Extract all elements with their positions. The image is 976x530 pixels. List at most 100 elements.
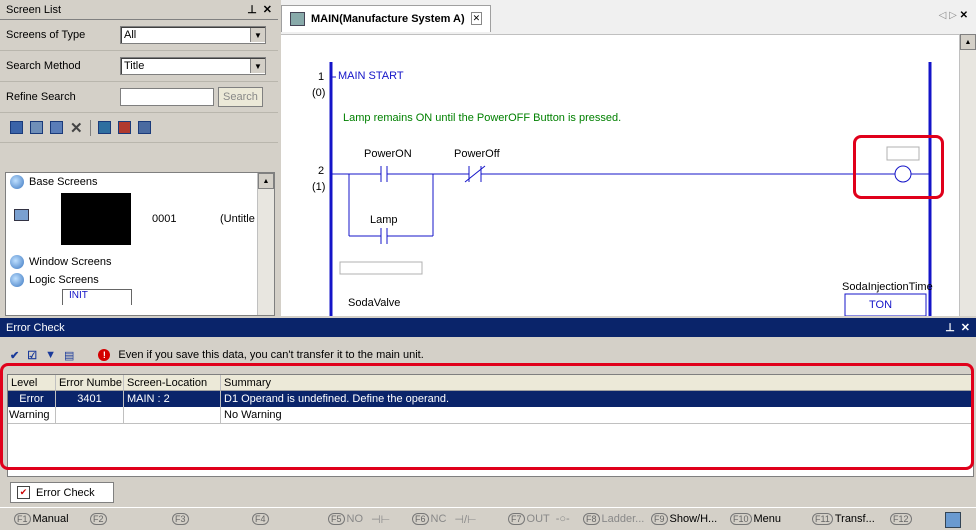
search-method-value: Title (124, 60, 145, 72)
f9-show-hide-button[interactable]: F9 Show/H... (651, 513, 717, 525)
error-list-icon[interactable]: ▤ (64, 349, 74, 362)
f10-label: Menu (753, 513, 782, 525)
f10-menu-button[interactable]: F10 Menu (730, 513, 781, 525)
screens-of-type-row: Screens of Type All ▼ (0, 20, 278, 51)
globe-icon (10, 255, 24, 269)
tab-scroll-icons[interactable]: ◁ ▷ ✕ (939, 10, 968, 21)
screen-thumbnail[interactable] (61, 193, 131, 245)
tab-error-check[interactable]: ✔ Error Check (10, 482, 114, 503)
chevron-down-icon[interactable]: ▼ (250, 28, 265, 42)
f10-key-icon: F10 (730, 513, 752, 525)
tree-item-logic-screens[interactable]: Logic Screens (6, 271, 274, 289)
status-icon[interactable] (945, 512, 961, 528)
f8-ladder-button[interactable]: F8 Ladder... (583, 513, 644, 525)
error-check-header: Error Check ⊥ ✕ (0, 318, 976, 337)
f8-key-icon: F8 (583, 513, 600, 525)
refine-search-label: Refine Search (6, 91, 76, 103)
editor-tabbar: MAIN(Manufacture System A) ✕ ◁ ▷ ✕ (281, 0, 976, 35)
check-all-icon[interactable]: ✔ (10, 349, 19, 362)
scroll-up-icon[interactable]: ▲ (960, 34, 976, 50)
f5-no-button[interactable]: F5 NO ⊣⊢ (328, 513, 390, 526)
monitor-icon (14, 209, 29, 221)
paste-screen-icon[interactable] (50, 121, 63, 134)
rung1-label: MAIN START (338, 70, 404, 82)
error-table-highlight-box (0, 363, 974, 470)
search-method-select[interactable]: Title ▼ (120, 57, 266, 75)
new-screen-icon[interactable] (10, 121, 23, 134)
globe-icon (10, 175, 24, 189)
contact-poweron-label[interactable]: PowerON (364, 148, 412, 160)
pin-icon[interactable]: ⊥ (945, 321, 955, 334)
refine-search-input[interactable] (120, 88, 214, 106)
contact-poweroff-label[interactable]: PowerOff (454, 148, 500, 160)
screen-color-icon[interactable] (117, 121, 131, 134)
screen-thumbnail-row[interactable]: 0001 (Untitle (6, 191, 274, 253)
check-filter-icon[interactable]: ▼ (45, 349, 56, 361)
transfer-warning-text: Even if you save this data, you can't tr… (118, 349, 424, 361)
tree-scrollbar[interactable]: ▲ (257, 173, 274, 315)
timer-name-label[interactable]: SodaInjectionTime (842, 281, 933, 293)
logic-screens-label: Logic Screens (29, 274, 99, 286)
screen-number: 0001 (152, 213, 177, 225)
soda-valve-label[interactable]: SodaValve (348, 297, 400, 309)
warning-circle-icon: ! (98, 349, 111, 361)
f3-button[interactable]: F3 (172, 513, 189, 525)
scroll-up-icon[interactable]: ▲ (258, 173, 274, 189)
f7-out-button[interactable]: F7 OUT -○- (508, 513, 570, 525)
globe-icon (10, 273, 24, 287)
timer-type-label[interactable]: TON (869, 299, 892, 311)
chevron-down-icon[interactable]: ▼ (250, 59, 265, 73)
f5-label: NO (346, 513, 364, 525)
screens-of-type-select[interactable]: All ▼ (120, 26, 266, 44)
screens-of-type-value: All (124, 29, 137, 41)
tree-item-base-screens[interactable]: Base Screens (6, 173, 274, 191)
f1-label: Manual (32, 513, 69, 525)
f1-key-icon: F1 (14, 513, 31, 525)
nc-contact-icon: ⊣/⊢ (454, 513, 477, 526)
delete-icon[interactable]: ✕ (70, 119, 83, 137)
f9-label: Show/H... (669, 513, 718, 525)
check-screen-icon[interactable]: ☑ (27, 349, 37, 362)
f2-button[interactable]: F2 (90, 513, 107, 525)
editor-scrollbar[interactable]: ▲ (959, 34, 976, 316)
f6-key-icon: F6 (412, 513, 429, 525)
f11-transfer-button[interactable]: F11 Transf... (812, 513, 875, 525)
tree-item-window-screens[interactable]: Window Screens (6, 253, 274, 271)
f4-button[interactable]: F4 (252, 513, 269, 525)
toolbar-separator (89, 119, 91, 136)
f9-key-icon: F9 (651, 513, 668, 525)
screen-list-title: Screen List (6, 3, 62, 16)
f12-button[interactable]: F12 (890, 513, 912, 525)
function-key-bar: F1 Manual F2 F3 F4 F5 NO ⊣⊢ F6 NC ⊣/⊢ F7 OUT -○… (0, 507, 976, 530)
f1-manual-button[interactable]: F1 Manual (14, 513, 69, 525)
screen-list-toolbar: ✕ (0, 113, 278, 143)
screen-view-icon[interactable] (137, 121, 151, 134)
error-check-title: Error Check (6, 321, 65, 334)
tab-close-icon[interactable]: ✕ (470, 12, 483, 25)
search-button[interactable]: Search (218, 87, 263, 107)
close-icon[interactable]: ✕ (263, 3, 272, 16)
search-method-row: Search Method Title ▼ (0, 51, 278, 82)
copy-screen-icon[interactable] (30, 121, 43, 134)
coil-icon: -○- (555, 513, 570, 525)
f7-key-icon: F7 (508, 513, 525, 525)
logic-thumbnail[interactable]: INIT (62, 289, 132, 305)
logic-thumbnail-label: INIT (69, 290, 88, 301)
tab-main[interactable]: MAIN(Manufacture System A) ✕ (281, 4, 492, 32)
ladder-screen-icon (290, 11, 305, 26)
f6-label: NC (430, 513, 447, 525)
close-icon[interactable]: ✕ (961, 321, 970, 334)
screen-properties-icon[interactable] (97, 121, 111, 134)
rung2-number: 2 (318, 165, 325, 177)
contact-lamp-label[interactable]: Lamp (370, 214, 398, 226)
f8-label: Ladder... (601, 513, 645, 525)
pin-icon[interactable]: ⊥ (247, 3, 257, 16)
f11-label: Transf... (834, 513, 875, 525)
f7-label: OUT (526, 513, 550, 525)
f5-key-icon: F5 (328, 513, 345, 525)
error-check-icon: ✔ (17, 486, 30, 499)
f6-nc-button[interactable]: F6 NC ⊣/⊢ (412, 513, 477, 526)
screen-list-header: Screen List ⊥ ✕ (0, 0, 278, 20)
f4-key-icon: F4 (252, 513, 269, 525)
coil-highlight-box (853, 135, 944, 199)
